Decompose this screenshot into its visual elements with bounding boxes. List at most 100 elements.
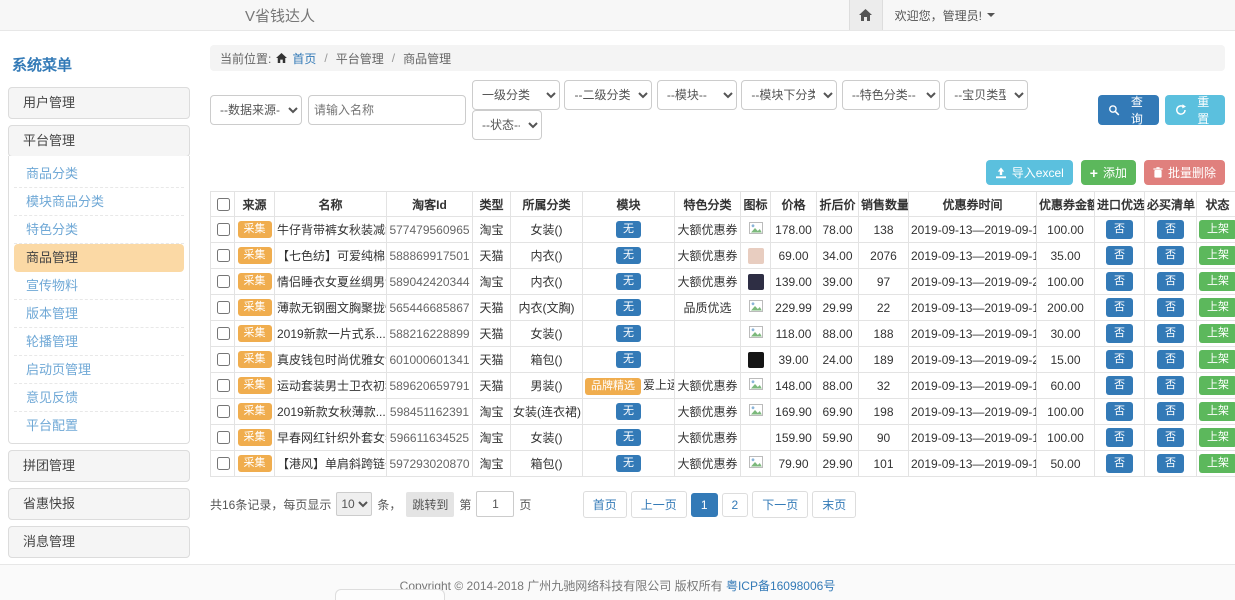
page-button-首页[interactable]: 首页 bbox=[583, 491, 627, 518]
must-buy-toggle[interactable]: 否 bbox=[1157, 454, 1184, 472]
row-checkbox[interactable] bbox=[217, 379, 230, 392]
user-menu[interactable]: 欢迎您，管理员! bbox=[895, 7, 995, 24]
table-row: 采集 运动套装男士卫衣初秋... 589620659791 天猫 男装() 品牌… bbox=[211, 373, 1235, 399]
status-button[interactable]: 上架 bbox=[1199, 402, 1235, 420]
page-button-2[interactable]: 2 bbox=[722, 493, 749, 517]
must-buy-toggle[interactable]: 否 bbox=[1157, 298, 1184, 316]
import-select-toggle[interactable]: 否 bbox=[1106, 220, 1133, 238]
import-select-toggle[interactable]: 否 bbox=[1106, 272, 1133, 290]
data-source-select[interactable]: --数据来源-- bbox=[210, 95, 302, 125]
row-checkbox[interactable] bbox=[217, 223, 230, 236]
jump-page-input[interactable] bbox=[476, 491, 514, 517]
status-button[interactable]: 上架 bbox=[1199, 428, 1235, 446]
filter-select[interactable]: 一级分类 bbox=[472, 80, 560, 110]
breadcrumb-item: 商品管理 bbox=[403, 50, 451, 67]
reset-button[interactable]: 重置 bbox=[1165, 95, 1225, 125]
cell-module: 无 bbox=[583, 243, 675, 269]
cell-coupon-amount: 100.00 bbox=[1037, 217, 1095, 243]
must-buy-toggle[interactable]: 否 bbox=[1157, 272, 1184, 290]
status-button[interactable]: 上架 bbox=[1199, 324, 1235, 342]
cell-coupon-time: 2019-09-13—2019-09-20 bbox=[909, 347, 1037, 373]
must-buy-toggle[interactable]: 否 bbox=[1157, 350, 1184, 368]
home-icon bbox=[859, 9, 872, 21]
sidebar-item[interactable]: 拼团管理 bbox=[8, 450, 190, 482]
sidebar-subitem[interactable]: 版本管理 bbox=[14, 300, 184, 328]
breadcrumb-home-link[interactable]: 首页 bbox=[292, 50, 316, 67]
select-all-checkbox[interactable] bbox=[217, 198, 230, 211]
page-button-1[interactable]: 1 bbox=[691, 493, 718, 517]
row-checkbox[interactable] bbox=[217, 353, 230, 366]
table-row: 采集 【七色纺】可爱纯棉家... 588869917501 天猫 内衣() 无 … bbox=[211, 243, 1235, 269]
import-select-toggle[interactable]: 否 bbox=[1106, 454, 1133, 472]
import-select-toggle[interactable]: 否 bbox=[1106, 298, 1133, 316]
row-checkbox[interactable] bbox=[217, 327, 230, 340]
filter-select[interactable]: --宝贝类型-- bbox=[944, 80, 1028, 110]
sidebar-subitem[interactable]: 轮播管理 bbox=[14, 328, 184, 356]
must-buy-toggle[interactable]: 否 bbox=[1157, 402, 1184, 420]
cell-coupon-amount: 30.00 bbox=[1037, 321, 1095, 347]
row-checkbox[interactable] bbox=[217, 405, 230, 418]
row-checkbox[interactable] bbox=[217, 249, 230, 262]
cell-coupon-time: 2019-09-13—2019-09-17 bbox=[909, 295, 1037, 321]
status-button[interactable]: 上架 bbox=[1199, 298, 1235, 316]
must-buy-toggle[interactable]: 否 bbox=[1157, 428, 1184, 446]
sidebar-subitem-active[interactable]: 商品管理 bbox=[14, 244, 184, 272]
status-button[interactable]: 上架 bbox=[1199, 272, 1235, 290]
page-button-末页[interactable]: 末页 bbox=[812, 491, 856, 518]
status-button[interactable]: 上架 bbox=[1199, 376, 1235, 394]
must-buy-toggle[interactable]: 否 bbox=[1157, 324, 1184, 342]
jump-button[interactable]: 跳转到 bbox=[406, 492, 454, 517]
sidebar-subitem[interactable]: 平台配置 bbox=[14, 412, 184, 439]
sidebar-subitem[interactable]: 启动页管理 bbox=[14, 356, 184, 384]
sidebar-subitem[interactable]: 商品分类 bbox=[14, 160, 184, 188]
import-select-toggle[interactable]: 否 bbox=[1106, 246, 1133, 264]
row-checkbox[interactable] bbox=[217, 301, 230, 314]
filter-select[interactable]: --特色分类-- bbox=[842, 80, 940, 110]
sidebar-item[interactable]: 消息管理 bbox=[8, 526, 190, 558]
breadcrumb-label: 当前位置: bbox=[220, 50, 271, 67]
import-select-toggle[interactable]: 否 bbox=[1106, 402, 1133, 420]
per-page-select[interactable]: 10 bbox=[336, 492, 372, 516]
app-window: V省钱达人 欢迎您，管理员! 系统菜单 用户管理平台管理商品分类模块商品分类特色… bbox=[0, 0, 1235, 600]
filter-select[interactable]: --模块-- bbox=[657, 80, 737, 110]
icp-link[interactable]: 粤ICP备16098006号 bbox=[726, 579, 835, 593]
page-button-上一页[interactable]: 上一页 bbox=[631, 491, 687, 518]
batch-delete-label: 批量删除 bbox=[1168, 164, 1216, 181]
page-button-下一页[interactable]: 下一页 bbox=[752, 491, 808, 518]
name-search-input[interactable] bbox=[308, 95, 466, 125]
source-badge: 采集 bbox=[238, 455, 272, 471]
must-buy-toggle[interactable]: 否 bbox=[1157, 246, 1184, 264]
status-button[interactable]: 上架 bbox=[1199, 454, 1235, 472]
must-buy-toggle[interactable]: 否 bbox=[1157, 376, 1184, 394]
home-button[interactable] bbox=[849, 0, 883, 30]
sidebar-item[interactable]: 平台管理 bbox=[8, 125, 190, 157]
cell-feature: 大额优惠券 bbox=[675, 243, 741, 269]
search-button[interactable]: 查询 bbox=[1098, 95, 1158, 125]
filter-select[interactable]: --状态-- bbox=[472, 110, 542, 140]
import-select-toggle[interactable]: 否 bbox=[1106, 350, 1133, 368]
import-select-toggle[interactable]: 否 bbox=[1106, 428, 1133, 446]
header-checkbox-cell bbox=[211, 192, 235, 217]
filter-select[interactable]: --模块下分类-- bbox=[741, 80, 837, 110]
import-select-toggle[interactable]: 否 bbox=[1106, 324, 1133, 342]
sidebar-item[interactable]: 省惠快报 bbox=[8, 488, 190, 520]
add-button[interactable]: + 添加 bbox=[1081, 160, 1136, 185]
sidebar-subitem[interactable]: 特色分类 bbox=[14, 216, 184, 244]
filter-select[interactable]: --二级分类-- bbox=[564, 80, 652, 110]
sidebar-subitem[interactable]: 模块商品分类 bbox=[14, 188, 184, 216]
status-button[interactable]: 上架 bbox=[1199, 220, 1235, 238]
sidebar-subitem[interactable]: 宣传物料 bbox=[14, 272, 184, 300]
status-button[interactable]: 上架 bbox=[1199, 350, 1235, 368]
import-excel-button[interactable]: 导入excel bbox=[986, 160, 1073, 185]
import-select-toggle[interactable]: 否 bbox=[1106, 376, 1133, 394]
row-checkbox[interactable] bbox=[217, 457, 230, 470]
batch-delete-button[interactable]: 批量删除 bbox=[1144, 160, 1225, 185]
status-button[interactable]: 上架 bbox=[1199, 246, 1235, 264]
sidebar-menu: 用户管理平台管理商品分类模块商品分类特色分类商品管理宣传物料版本管理轮播管理启动… bbox=[8, 87, 190, 600]
must-buy-toggle[interactable]: 否 bbox=[1157, 220, 1184, 238]
sidebar-subitem[interactable]: 意见反馈 bbox=[14, 384, 184, 412]
cell-taoke-id: 577479560965 bbox=[387, 217, 473, 243]
row-checkbox[interactable] bbox=[217, 431, 230, 444]
sidebar-item[interactable]: 用户管理 bbox=[8, 87, 190, 119]
row-checkbox[interactable] bbox=[217, 275, 230, 288]
